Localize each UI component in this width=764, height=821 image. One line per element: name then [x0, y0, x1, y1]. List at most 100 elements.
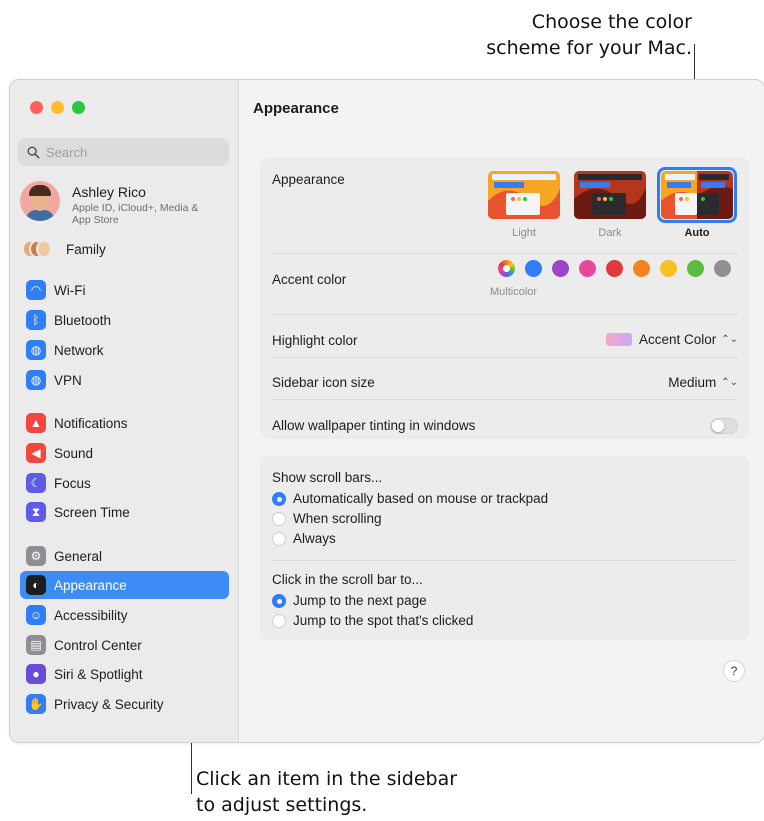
siri-icon: ●	[26, 664, 46, 684]
divider	[272, 314, 738, 315]
sidebar-item-accessibility[interactable]: ☺ Accessibility	[20, 601, 229, 629]
divider	[272, 253, 738, 254]
sidebar-item-screen-time[interactable]: ⧗ Screen Time	[20, 498, 229, 526]
close-button[interactable]	[30, 101, 43, 114]
divider	[272, 560, 738, 561]
sidebar-item-general[interactable]: ⚙ General	[20, 542, 229, 570]
sidebar-item-label: Screen Time	[54, 504, 130, 520]
settings-window: Search Ashley Rico Apple ID, iCloud+, Me…	[9, 79, 764, 743]
wallpaper-tinting-label: Allow wallpaper tinting in windows	[272, 418, 476, 433]
show-scroll-bars-label: Show scroll bars...	[272, 470, 383, 485]
click-scroll-bar-label: Click in the scroll bar to...	[272, 572, 423, 587]
sidebar-icon-size-popup[interactable]: Medium ⌃⌄	[668, 375, 738, 390]
sidebar-item-label: Control Center	[54, 637, 142, 653]
sidebar-item-label: Bluetooth	[54, 312, 112, 328]
radio-label: Always	[293, 531, 336, 546]
sidebar-item-sound[interactable]: ◀ Sound	[20, 439, 229, 467]
appearance-option-dark[interactable]	[574, 171, 646, 219]
sidebar-item-vpn[interactable]: ◍ VPN	[20, 366, 229, 394]
highlight-color-value: Accent Color	[638, 332, 717, 347]
sidebar-item-privacy-security[interactable]: ✋ Privacy & Security	[20, 690, 229, 718]
gear-icon: ⚙	[26, 546, 46, 566]
accent-color-swatch[interactable]	[714, 260, 731, 277]
sidebar-icon-size-value: Medium	[668, 375, 717, 390]
scroll-settings-card: Show scroll bars... Automatically based …	[260, 456, 750, 640]
sidebar-item-label: Privacy & Security	[54, 696, 164, 712]
sidebar-item-siri-spotlight[interactable]: ● Siri & Spotlight	[20, 660, 229, 688]
radio-click-spot[interactable]: Jump to the spot that's clicked	[272, 613, 473, 628]
help-button[interactable]: ?	[723, 660, 745, 682]
appearance-caption-light: Light	[512, 227, 536, 239]
hourglass-icon: ⧗	[26, 502, 46, 522]
highlight-color-label: Highlight color	[272, 333, 358, 348]
main-pane: Appearance Appearance Light Dark Auto Ac…	[240, 80, 764, 742]
family-label: Family	[66, 241, 106, 257]
sidebar-item-appearance[interactable]: ◐ Appearance	[20, 571, 229, 599]
accent-color-swatch[interactable]	[525, 260, 542, 277]
accent-color-swatch[interactable]	[552, 260, 569, 277]
account-name: Ashley Rico	[72, 184, 146, 200]
appearance-option-light[interactable]	[488, 171, 560, 219]
sidebar-item-label: Siri & Spotlight	[54, 666, 143, 682]
callout-top-line1: Choose the color	[531, 11, 692, 33]
sidebar-item-control-center[interactable]: ▤ Control Center	[20, 631, 229, 659]
callout-bottom-line2: to adjust settings.	[196, 794, 368, 816]
apple-id-account[interactable]: Ashley Rico Apple ID, iCloud+, Media & A…	[20, 181, 212, 226]
minimize-button[interactable]	[51, 101, 64, 114]
vpn-globe-icon: ◍	[26, 370, 46, 390]
radio-click-next-page[interactable]: Jump to the next page	[272, 593, 427, 608]
family-icon	[22, 238, 56, 260]
accent-color-swatch[interactable]	[606, 260, 623, 277]
control-center-icon: ▤	[26, 635, 46, 655]
highlight-color-popup[interactable]: Accent Color ⌃⌄	[605, 332, 738, 347]
account-subtitle: Apple ID, iCloud+, Media & App Store	[72, 202, 199, 226]
callout-sidebar: Click an item in the sidebar to adjust s…	[196, 766, 556, 818]
search-placeholder: Search	[46, 144, 88, 160]
sidebar-item-label: General	[54, 548, 103, 564]
accent-selected-caption: Multicolor	[490, 286, 538, 298]
accent-color-swatch[interactable]	[579, 260, 596, 277]
sidebar-item-notifications[interactable]: ▲ Notifications	[20, 409, 229, 437]
sidebar-item-network[interactable]: ◍ Network	[20, 336, 229, 364]
sidebar-icon-size-label: Sidebar icon size	[272, 375, 375, 390]
divider	[272, 399, 738, 400]
search-field[interactable]: Search	[18, 138, 229, 166]
radio-scroll-automatic[interactable]: Automatically based on mouse or trackpad	[272, 491, 548, 506]
sidebar-item-label: Sound	[54, 445, 94, 461]
bluetooth-icon: ᛒ	[26, 310, 46, 330]
accessibility-icon: ☺	[26, 605, 46, 625]
sidebar-item-wi-fi[interactable]: ◠ Wi-Fi	[20, 276, 229, 304]
chevron-updown-icon: ⌃⌄	[721, 377, 738, 388]
radio-scroll-when-scrolling[interactable]: When scrolling	[272, 511, 382, 526]
moon-icon: ☾	[26, 473, 46, 493]
sidebar-item-bluetooth[interactable]: ᛒ Bluetooth	[20, 306, 229, 334]
callout-color-scheme: Choose the color scheme for your Mac.	[372, 9, 692, 61]
sidebar-item-family[interactable]: Family	[22, 238, 106, 260]
sidebar-item-label: VPN	[54, 372, 82, 388]
radio-label: When scrolling	[293, 511, 382, 526]
appearance-icon: ◐	[26, 575, 46, 595]
accent-color-swatch[interactable]	[633, 260, 650, 277]
radio-label: Automatically based on mouse or trackpad	[293, 491, 549, 506]
page-title: Appearance	[253, 100, 339, 117]
sidebar-item-label: Notifications	[54, 415, 128, 431]
divider	[272, 357, 738, 358]
appearance-caption-dark: Dark	[598, 227, 622, 239]
radio-label: Jump to the next page	[293, 593, 427, 608]
wallpaper-tinting-toggle[interactable]	[710, 418, 738, 434]
sidebar-item-label: Network	[54, 342, 104, 358]
appearance-option-auto[interactable]	[661, 171, 733, 219]
accent-multicolor-swatch[interactable]	[498, 260, 515, 277]
radio-scroll-always[interactable]: Always	[272, 531, 336, 546]
appearance-label: Appearance	[272, 172, 345, 187]
chevron-updown-icon: ⌃⌄	[721, 334, 738, 345]
search-icon	[27, 145, 40, 159]
accent-color-label: Accent color	[272, 272, 347, 287]
avatar	[20, 181, 60, 221]
zoom-button[interactable]	[72, 101, 85, 114]
accent-color-swatch[interactable]	[687, 260, 704, 277]
callout-top-line2: scheme for your Mac.	[486, 37, 692, 59]
sidebar-item-focus[interactable]: ☾ Focus	[20, 469, 229, 497]
callout-bottom-line1: Click an item in the sidebar	[196, 768, 458, 790]
accent-color-swatch[interactable]	[660, 260, 677, 277]
